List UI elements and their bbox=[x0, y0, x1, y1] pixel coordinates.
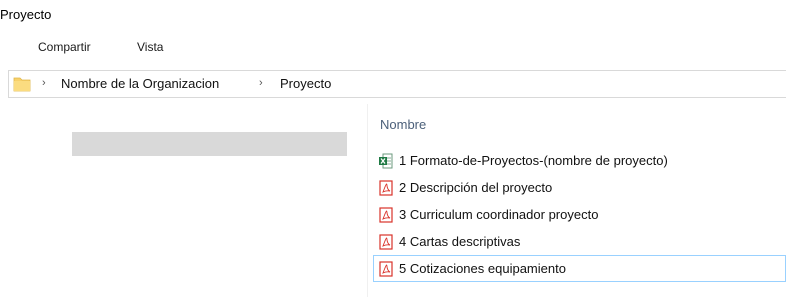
breadcrumb-item-proyecto[interactable]: Proyecto bbox=[280, 76, 331, 91]
list-item[interactable]: 2 Descripción del proyecto bbox=[373, 174, 786, 201]
breadcrumb-separator-icon[interactable]: › bbox=[259, 77, 263, 89]
file-list: 1 Formato-de-Proyectos-(nombre de proyec… bbox=[373, 147, 786, 282]
list-item[interactable]: 3 Curriculum coordinador proyecto bbox=[373, 201, 786, 228]
breadcrumb-separator-icon[interactable]: › bbox=[42, 77, 46, 89]
list-item[interactable]: 4 Cartas descriptivas bbox=[373, 228, 786, 255]
column-header-nombre[interactable]: Nombre bbox=[380, 117, 426, 132]
file-name: 4 Cartas descriptivas bbox=[399, 234, 521, 249]
list-item-selected[interactable]: 5 Cotizaciones equipamiento bbox=[373, 255, 786, 282]
folder-icon bbox=[13, 77, 31, 92]
tab-vista[interactable]: Vista bbox=[135, 40, 165, 54]
file-name: 3 Curriculum coordinador proyecto bbox=[399, 207, 599, 222]
pdf-file-icon bbox=[379, 206, 393, 223]
file-name: 5 Cotizaciones equipamiento bbox=[399, 261, 566, 276]
breadcrumb-item-organizacion[interactable]: Nombre de la Organizacion bbox=[61, 76, 219, 91]
pane-divider[interactable] bbox=[367, 104, 368, 297]
list-item[interactable]: 1 Formato-de-Proyectos-(nombre de proyec… bbox=[373, 147, 786, 174]
address-bar[interactable]: › Nombre de la Organizacion › Proyecto bbox=[8, 70, 786, 98]
pdf-file-icon bbox=[379, 260, 393, 277]
excel-file-icon bbox=[379, 153, 393, 168]
tab-compartir[interactable]: Compartir bbox=[36, 40, 93, 54]
file-name: 1 Formato-de-Proyectos-(nombre de proyec… bbox=[399, 153, 668, 168]
navigation-pane-item[interactable] bbox=[72, 132, 347, 156]
window-title: Proyecto bbox=[0, 7, 52, 22]
pdf-file-icon bbox=[379, 233, 393, 250]
file-name: 2 Descripción del proyecto bbox=[399, 180, 553, 195]
pdf-file-icon bbox=[379, 179, 393, 196]
